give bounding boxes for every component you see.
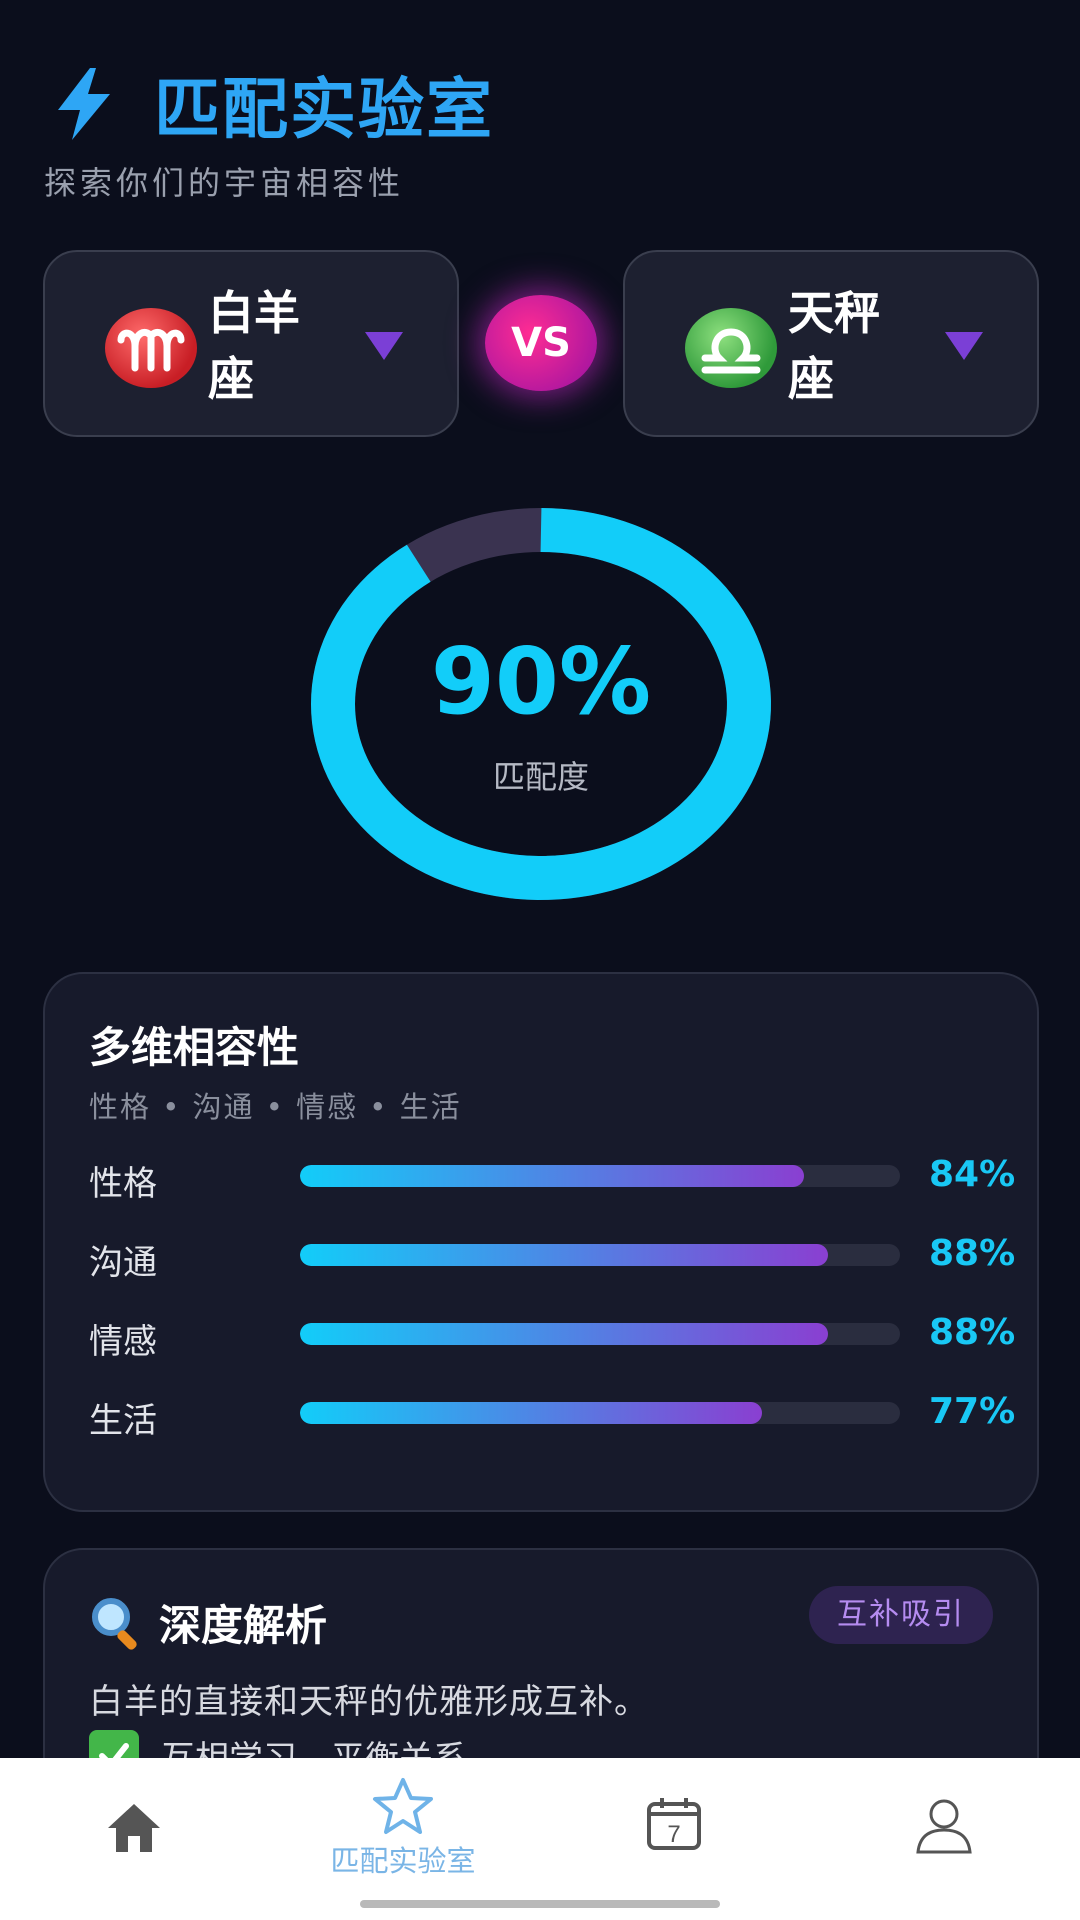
libra-icon: [685, 308, 777, 388]
dimension-fill: [300, 1244, 828, 1266]
dimensions-card: 多维相容性 性格 • 沟通 • 情感 • 生活 性格 84% 沟通 88% 情感…: [43, 972, 1039, 1512]
analysis-text: 白羊的直接和天秤的优雅形成互补。: [89, 1682, 649, 1722]
vs-badge: VS: [485, 295, 597, 391]
nav-profile[interactable]: [844, 1776, 1044, 1886]
nav-calendar[interactable]: 7: [574, 1776, 774, 1886]
right-sign-name: 天秤座: [788, 286, 880, 406]
dimension-fill: [300, 1402, 762, 1424]
dimensions-subtitle: 性格 • 沟通 • 情感 • 生活: [89, 1090, 462, 1124]
title-row: 匹配实验室: [44, 56, 1036, 152]
aries-icon: [105, 308, 197, 388]
dimensions-title: 多维相容性: [89, 1023, 300, 1072]
dimension-row-personality: 性格 84%: [89, 1152, 1015, 1204]
caret-down-icon: [945, 332, 983, 360]
nav-home[interactable]: [34, 1776, 234, 1886]
analysis-title: 深度解析: [159, 1601, 328, 1650]
calendar-icon: 7: [647, 1798, 701, 1850]
dimension-label: 沟通: [89, 1243, 157, 1283]
dimension-row-life: 生活 77%: [89, 1389, 1015, 1441]
page-subtitle: 探索你们的宇宙相容性: [44, 164, 405, 202]
caret-down-icon: [365, 332, 403, 360]
lightning-bolt-icon: [58, 68, 110, 140]
home-indicator: [360, 1900, 720, 1908]
dimension-fill: [300, 1323, 828, 1345]
analysis-header: 深度解析: [89, 1592, 327, 1653]
dimension-fill: [300, 1165, 804, 1187]
dimension-percent: 77%: [929, 1391, 1016, 1432]
match-lab-screen: 匹配实验室 探索你们的宇宙相容性 白羊座 VS 天秤座 90% 匹配度 多维相容…: [0, 0, 1080, 1920]
dimension-label: 生活: [89, 1401, 157, 1441]
dimension-track: [300, 1165, 900, 1187]
dimension-row-emotion: 情感 88%: [89, 1310, 1015, 1362]
match-ring: 90% 匹配度: [310, 508, 772, 900]
dimension-label: 情感: [89, 1322, 157, 1362]
dimension-track: [300, 1323, 900, 1345]
match-caption: 匹配度: [492, 758, 589, 796]
match-percent: 90%: [430, 628, 652, 735]
dimension-track: [300, 1402, 900, 1424]
home-icon: [108, 1804, 160, 1852]
sign-selector-row: 白羊座 VS 天秤座: [43, 250, 1039, 437]
calendar-day: 7: [667, 1821, 680, 1848]
dimension-row-communication: 沟通 88%: [89, 1231, 1015, 1283]
star-icon: [373, 1778, 433, 1834]
bottom-navigation: 匹配实验室 7: [0, 1758, 1080, 1920]
nav-match-lab-label: 匹配实验室: [330, 1844, 476, 1878]
profile-icon: [916, 1799, 972, 1854]
dimension-percent: 88%: [929, 1312, 1016, 1353]
right-sign-selector[interactable]: 天秤座: [623, 250, 1039, 437]
dimension-percent: 88%: [929, 1233, 1016, 1274]
dimension-percent: 84%: [929, 1154, 1016, 1195]
dimension-label: 性格: [89, 1164, 157, 1204]
page-header: 匹配实验室 探索你们的宇宙相容性: [44, 56, 1036, 204]
nav-match-lab[interactable]: 匹配实验室: [303, 1776, 503, 1886]
dimension-track: [300, 1244, 900, 1266]
magnifier-icon: [92, 1597, 137, 1650]
page-title: 匹配实验室: [154, 71, 494, 148]
analysis-tag: 互补吸引: [809, 1586, 993, 1644]
left-sign-name: 白羊座: [208, 286, 300, 406]
left-sign-selector[interactable]: 白羊座: [43, 250, 459, 437]
